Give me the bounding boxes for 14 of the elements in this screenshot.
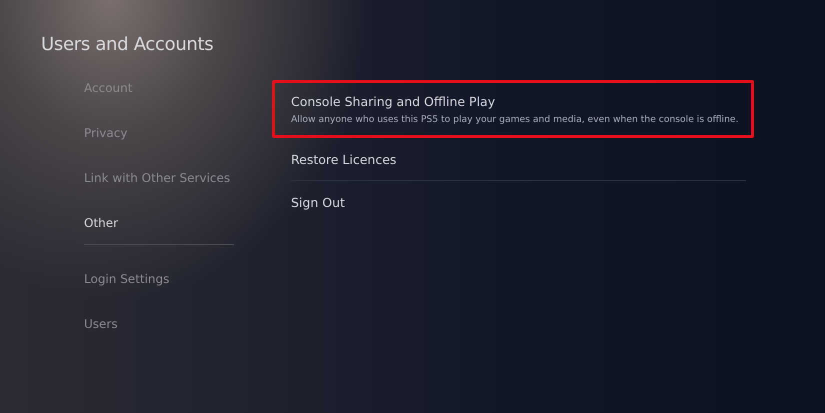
option-description: Allow anyone who uses this PS5 to play your games and media, even when the console is offline. bbox=[291, 114, 735, 125]
menu-option[interactable]: Console Sharing and Offline Play Allow anyone who uses this PS5 to play your games and media, even when the console is offline. bbox=[272, 80, 754, 138]
sidebar-item[interactable]: Link with Other Services bbox=[84, 169, 230, 214]
menu-option[interactable]: Restore Licences bbox=[272, 138, 754, 180]
sidebar-item[interactable]: Other bbox=[84, 214, 234, 245]
sidebar-item[interactable]: Users bbox=[84, 315, 118, 360]
sidebar-item[interactable]: Login Settings bbox=[84, 270, 170, 315]
option-label: Restore Licences bbox=[291, 152, 398, 167]
sidebar-item[interactable]: Privacy bbox=[84, 124, 128, 169]
option-label: Sign Out bbox=[291, 195, 346, 210]
page-title: Users and Accounts bbox=[41, 34, 214, 55]
sidebar-item[interactable]: Account bbox=[84, 79, 132, 124]
option-label: Console Sharing and Offline Play bbox=[291, 94, 496, 109]
menu-option[interactable]: Sign Out bbox=[272, 181, 754, 223]
